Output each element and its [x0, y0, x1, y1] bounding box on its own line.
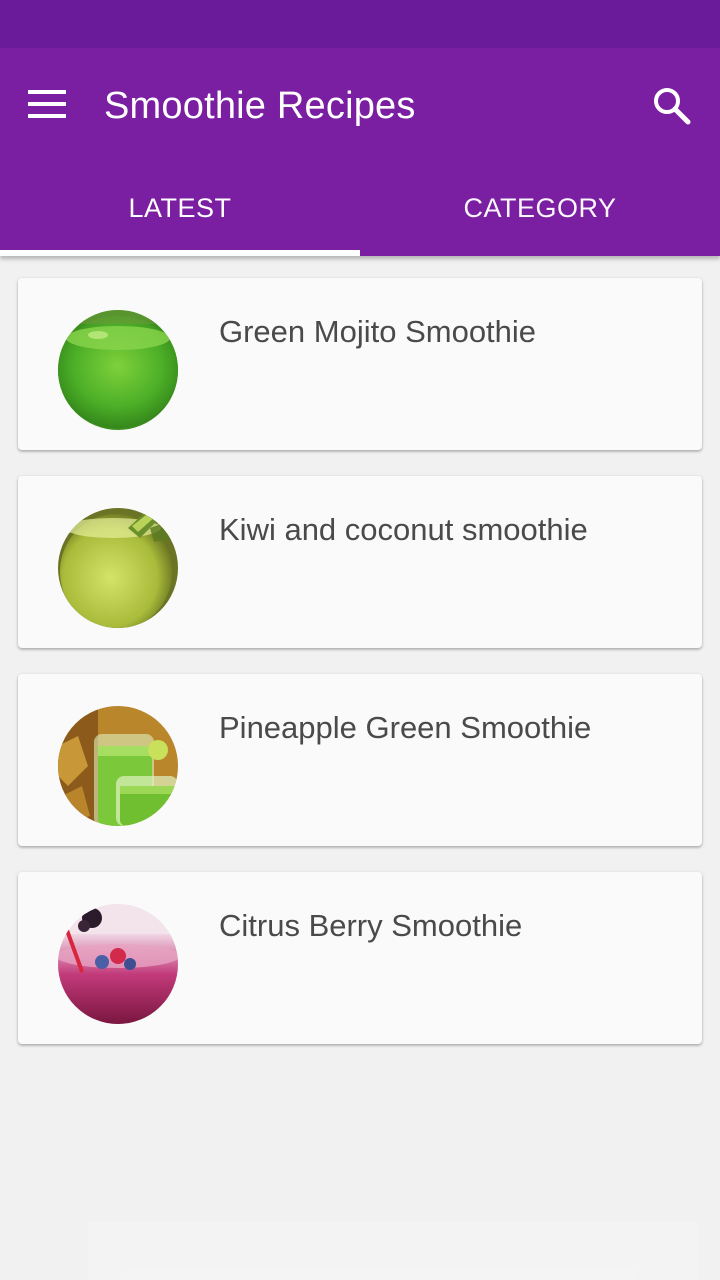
- app-bar: Smoothie Recipes LATEST CATEGORY: [0, 48, 720, 256]
- tab-bar: LATEST CATEGORY: [0, 160, 720, 256]
- status-bar: [0, 0, 720, 48]
- recipe-thumbnail: [58, 310, 178, 430]
- menu-icon: [28, 90, 66, 118]
- recipe-card[interactable]: Kiwi and coconut smoothie: [18, 476, 702, 648]
- tab-latest-label: LATEST: [128, 193, 232, 223]
- recipe-title: Pineapple Green Smoothie: [219, 710, 592, 745]
- tab-indicator: [0, 250, 360, 256]
- recipe-list: Green Mojito Smoothie Kiwi and coconut s…: [18, 278, 702, 1070]
- recipe-thumbnail: [58, 706, 178, 826]
- search-icon: [654, 88, 691, 125]
- recipe-title: Green Mojito Smoothie: [219, 314, 537, 349]
- menu-button[interactable]: [20, 80, 76, 128]
- recipe-card[interactable]: Citrus Berry Smoothie: [18, 872, 702, 1044]
- recipe-thumbnail: [58, 508, 178, 628]
- tab-category[interactable]: CATEGORY: [360, 160, 720, 256]
- tab-category-label: CATEGORY: [463, 193, 617, 223]
- recipe-thumbnail: [58, 904, 178, 1024]
- tab-latest[interactable]: LATEST: [0, 160, 360, 256]
- recipe-title: Citrus Berry Smoothie: [219, 908, 523, 943]
- recipe-card[interactable]: Pineapple Green Smoothie: [18, 674, 702, 846]
- recipe-title: Kiwi and coconut smoothie: [219, 512, 588, 547]
- bottom-overlay: [88, 1222, 698, 1280]
- app-title: Smoothie Recipes: [104, 85, 416, 127]
- search-button[interactable]: [644, 78, 700, 134]
- recipe-card[interactable]: Green Mojito Smoothie: [18, 278, 702, 450]
